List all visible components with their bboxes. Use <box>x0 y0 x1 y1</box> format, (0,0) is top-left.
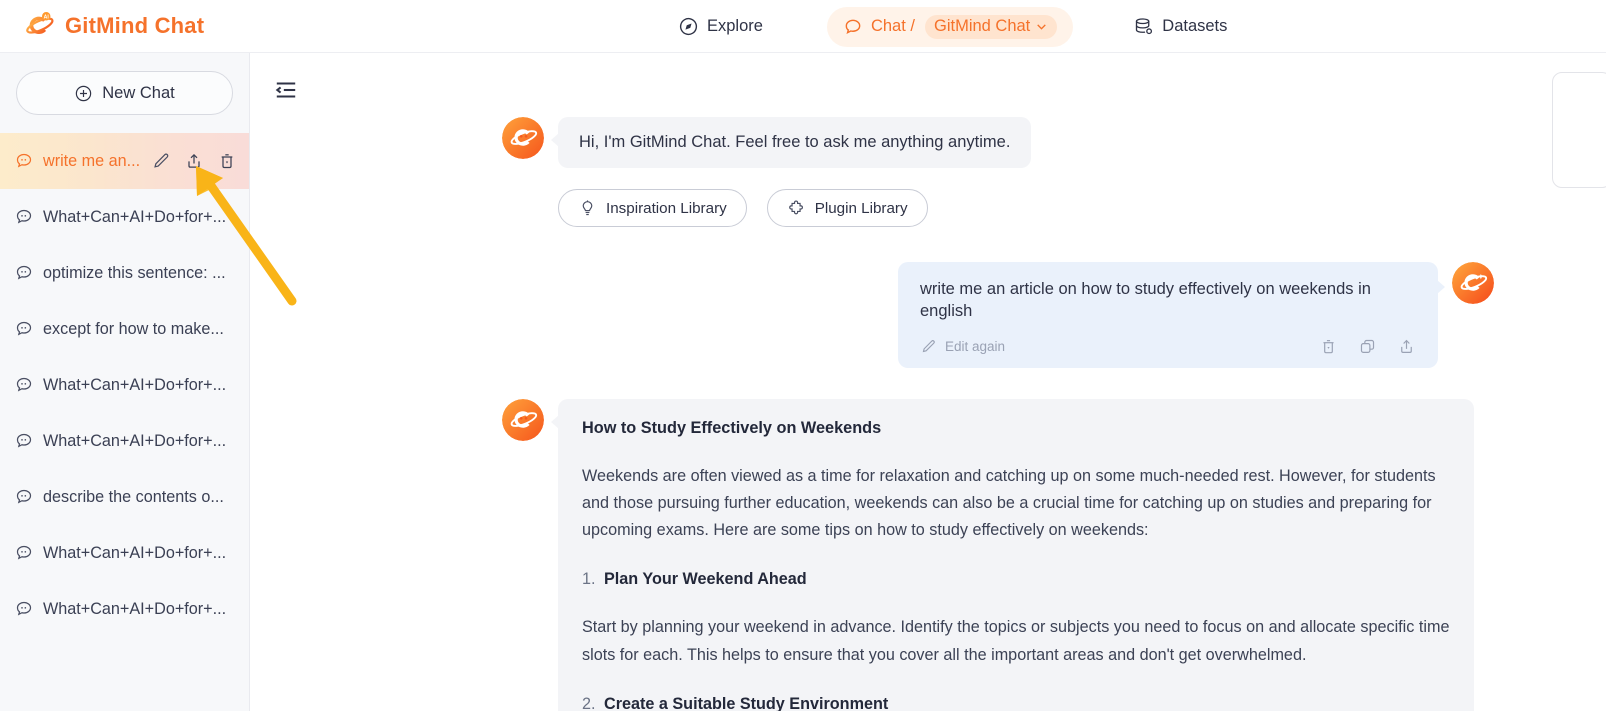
gitmind-user-avatar <box>1452 262 1494 305</box>
app-root: AI GitMind Chat Explore Chat / GitMind C… <box>0 0 1606 711</box>
user-bubble: write me an article on how to study effe… <box>898 262 1438 368</box>
edit-again-label: Edit again <box>945 338 1006 354</box>
answer-bubble: How to Study Effectively on Weekends Wee… <box>558 398 1474 711</box>
chat-history-item-label: except for how to make... <box>43 319 224 338</box>
chat-bubble-icon <box>16 545 32 560</box>
chat-thread: Hi, I'm GitMind Chat. Feel free to ask m… <box>250 117 1606 711</box>
bubble-tail <box>551 414 559 429</box>
chat-bubble-icon <box>845 19 861 34</box>
bot-greeting-text: Hi, I'm GitMind Chat. Feel free to ask m… <box>558 117 1032 169</box>
copy-icon[interactable] <box>1358 337 1377 356</box>
nav-item-chat[interactable]: Chat / GitMind Chat <box>826 6 1074 47</box>
chat-bubble-icon <box>16 209 32 224</box>
top-nav: Explore Chat / GitMind Chat Datasets <box>666 0 1239 53</box>
chat-bubble-icon <box>16 601 32 616</box>
compass-icon <box>679 17 698 36</box>
new-chat-label: New Chat <box>102 83 175 102</box>
bubble-tail <box>1437 280 1445 295</box>
edit-pencil-icon <box>922 339 935 352</box>
chat-history-item-label: optimize this sentence: ... <box>43 263 226 282</box>
nav-item-explore[interactable]: Explore <box>666 9 775 44</box>
chat-history-item-1[interactable]: What+Can+AI+Do+for+... <box>0 189 249 245</box>
chat-history-item-label: describe the contents o... <box>43 487 224 506</box>
answer-list-number: 2. <box>582 694 596 711</box>
chat-bubble-icon <box>16 377 32 392</box>
bot-greeting-wrap: Hi, I'm GitMind Chat. Feel free to ask m… <box>551 117 1032 228</box>
database-icon <box>1136 18 1153 35</box>
quick-action-buttons: Inspiration Library Plugin Library <box>558 189 1031 228</box>
user-bubble-wrap: write me an article on how to study effe… <box>898 262 1445 368</box>
message-bot-answer: How to Study Effectively on Weekends Wee… <box>250 398 1550 711</box>
user-message-actions <box>1319 337 1416 356</box>
chat-row-actions <box>151 151 237 171</box>
sidebar: New Chat write me an... What+Can+AI+Do+f… <box>0 53 250 711</box>
share-icon[interactable] <box>184 151 204 171</box>
plus-circle-icon <box>76 85 92 101</box>
nav-item-explore-label: Explore <box>707 17 763 35</box>
chat-history-item-label: What+Can+AI+Do+for+... <box>43 543 227 562</box>
user-message-tools: Edit again <box>920 337 1416 356</box>
chat-history-item-label: What+Can+AI+Do+for+... <box>43 207 227 226</box>
chat-history-item-0[interactable]: write me an... <box>0 133 249 189</box>
message-bot-greeting: Hi, I'm GitMind Chat. Feel free to ask m… <box>250 117 1550 228</box>
answer-item-1-body: Start by planning your weekend in advanc… <box>582 618 1450 664</box>
inspiration-library-label: Inspiration Library <box>606 199 727 217</box>
answer-list-item-1: 1. Plan Your Weekend Ahead <box>582 570 1450 589</box>
nav-chat-label: Chat / <box>870 17 915 35</box>
edit-again-button[interactable]: Edit again <box>920 338 1005 355</box>
gitmind-bot-avatar <box>502 117 544 159</box>
chat-history-item-4[interactable]: What+Can+AI+Do+for+... <box>0 357 249 413</box>
puzzle-icon <box>788 200 803 214</box>
chat-history-item-3[interactable]: except for how to make... <box>0 301 249 357</box>
chat-history-item-label: What+Can+AI+Do+for+... <box>43 375 227 394</box>
chat-history-item-2[interactable]: optimize this sentence: ... <box>0 245 249 301</box>
nav-item-datasets[interactable]: Datasets <box>1121 9 1239 44</box>
plugin-library-button[interactable]: Plugin Library <box>766 189 928 228</box>
chat-history-item-7[interactable]: What+Can+AI+Do+for+... <box>0 525 249 581</box>
chat-history-item-label: What+Can+AI+Do+for+... <box>43 431 227 450</box>
edit-pencil-icon[interactable] <box>151 151 171 171</box>
trash-icon[interactable] <box>1319 337 1338 356</box>
chevron-down-icon <box>1037 23 1047 30</box>
chat-bubble-icon <box>16 265 32 280</box>
nav-chat-model[interactable]: GitMind Chat <box>924 14 1058 39</box>
trash-icon[interactable] <box>217 151 237 171</box>
svg-text:AI: AI <box>44 14 50 20</box>
answer-list-number: 1. <box>582 570 596 589</box>
main-content: Hi, I'm GitMind Chat. Feel free to ask m… <box>250 53 1606 711</box>
gitmind-bot-avatar <box>502 398 544 441</box>
answer-list-title: Create a Suitable Study Environment <box>604 694 889 711</box>
answer-list-title: Plan Your Weekend Ahead <box>604 570 807 589</box>
top-bar: AI GitMind Chat Explore Chat / GitMind C… <box>0 0 1606 53</box>
inspiration-library-button[interactable]: Inspiration Library <box>558 189 747 228</box>
new-chat-button[interactable]: New Chat <box>16 71 233 115</box>
message-user: write me an article on how to study effe… <box>250 262 1550 368</box>
lightbulb-icon <box>582 200 593 215</box>
chat-history-item-label: What+Can+AI+Do+for+... <box>43 599 227 618</box>
bubble-tail <box>551 133 559 147</box>
chat-history-item-8[interactable]: What+Can+AI+Do+for+... <box>0 581 249 637</box>
nav-item-datasets-label: Datasets <box>1162 17 1228 35</box>
chat-bubble-icon <box>16 321 32 336</box>
chat-history-list: write me an... What+Can+AI+Do+for+... op… <box>0 133 249 637</box>
collapse-sidebar-icon <box>275 82 296 98</box>
brand-name: GitMind Chat <box>65 13 205 38</box>
answer-heading: How to Study Effectively on Weekends <box>582 418 882 437</box>
user-message-text: write me an article on how to study effe… <box>920 280 1371 321</box>
nav-chat-model-label: GitMind Chat <box>933 16 1031 35</box>
chat-bubble-icon <box>16 489 32 504</box>
share-icon[interactable] <box>1397 337 1416 356</box>
answer-wrap: How to Study Effectively on Weekends Wee… <box>551 398 1474 711</box>
chat-history-item-6[interactable]: describe the contents o... <box>0 469 249 525</box>
answer-list-item-2: 2. Create a Suitable Study Environment <box>582 695 1450 711</box>
collapse-sidebar-button[interactable] <box>271 75 301 105</box>
chat-bubble-icon <box>16 433 32 448</box>
gitmind-logo-icon: AI <box>26 11 54 34</box>
chat-history-item-5[interactable]: What+Can+AI+Do+for+... <box>0 413 249 469</box>
brand[interactable]: AI GitMind Chat <box>22 9 204 43</box>
answer-paragraph: Weekends are often viewed as a time for … <box>582 466 1436 540</box>
chat-history-item-label: write me an... <box>43 151 141 170</box>
chat-bubble-icon <box>16 153 32 168</box>
plugin-library-label: Plugin Library <box>814 199 908 217</box>
